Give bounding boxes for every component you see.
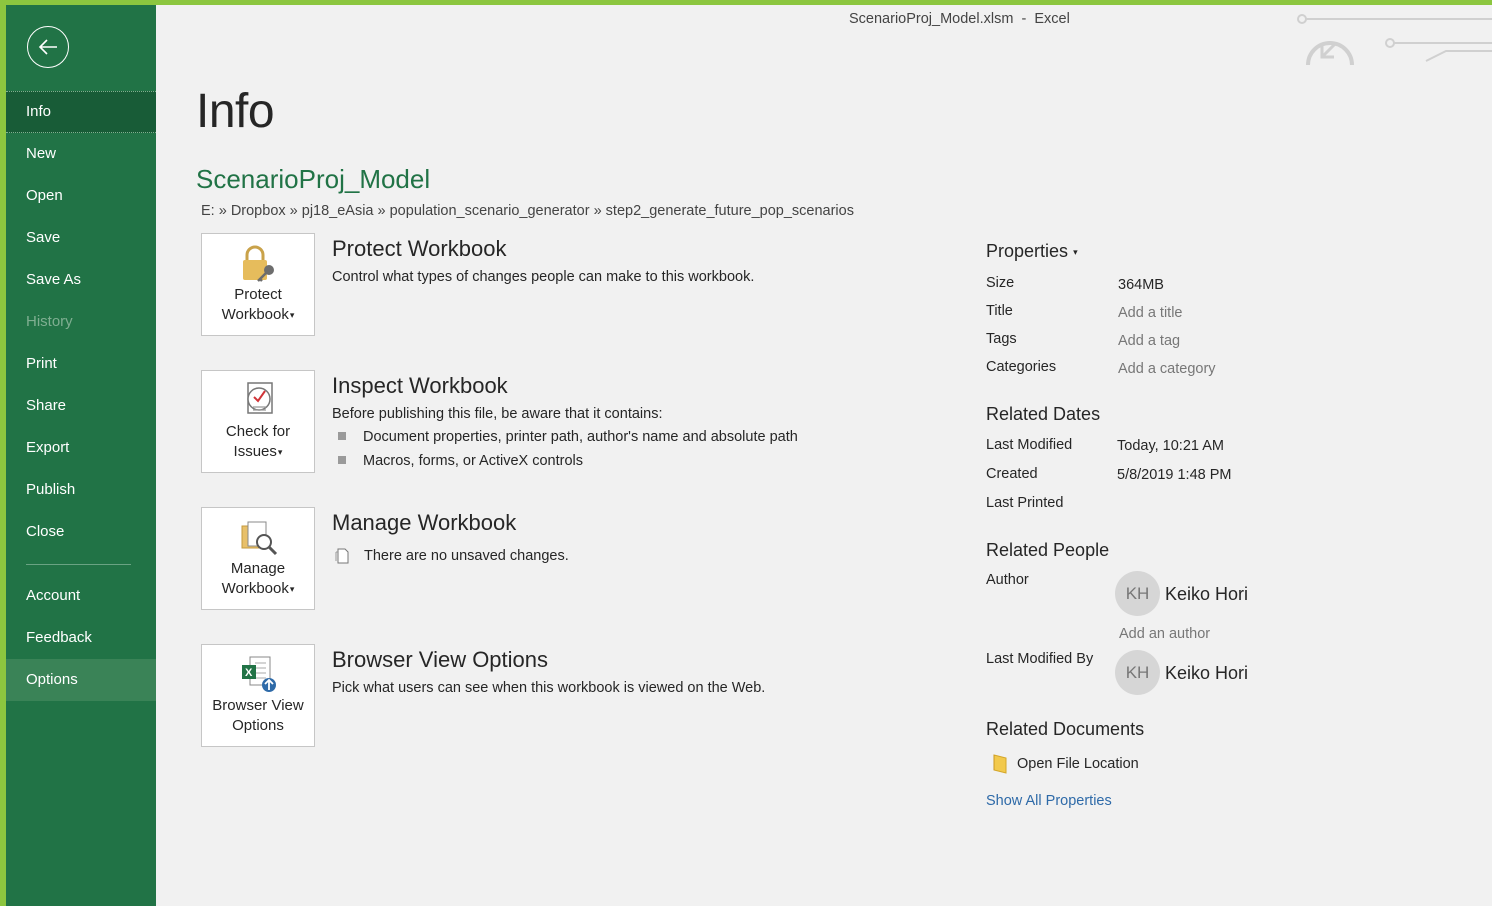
manage-workbook-button[interactable]: Manage Workbook▾ <box>201 507 315 610</box>
window-title: ScenarioProj_Model.xlsm - Excel <box>849 11 1070 27</box>
properties-heading: Properties <box>986 241 1069 261</box>
author-label: Author <box>986 572 1029 588</box>
nav-info[interactable]: Info <box>6 91 156 133</box>
nav-close[interactable]: Close <box>6 511 156 553</box>
property-value-title[interactable]: Add a title <box>1118 305 1183 321</box>
unsaved-changes-note: There are no unsaved changes. <box>364 548 569 564</box>
file-name: ScenarioProj_Model <box>196 164 431 194</box>
avatar[interactable]: KH <box>1115 650 1160 695</box>
property-label-tags: Tags <box>986 331 1017 347</box>
protect-button-label-line2: Workbook <box>221 306 289 323</box>
nav-new[interactable]: New <box>6 133 156 175</box>
lock-key-icon <box>243 245 274 282</box>
sidebar-divider <box>26 564 131 565</box>
inspect-workbook-description: Before publishing this file, be aware th… <box>332 406 663 422</box>
nav-save-as[interactable]: Save As <box>6 259 156 301</box>
add-author-link[interactable]: Add an author <box>1119 626 1210 642</box>
manage-workbook-icon <box>241 521 278 556</box>
dropdown-caret-icon: ▾ <box>277 447 283 458</box>
chevron-down-icon: ▾ <box>1073 246 1078 257</box>
show-all-properties-link[interactable]: Show All Properties <box>986 793 1112 809</box>
check-button-label-line2: Issues <box>233 443 277 460</box>
dropdown-caret-icon: ▾ <box>289 584 295 595</box>
date-label-created: Created <box>986 466 1038 482</box>
browser-view-options-title: Browser View Options <box>332 647 549 672</box>
browser-view-options-button[interactable]: X Browser View Options <box>201 644 315 747</box>
protect-workbook-description: Control what types of changes people can… <box>332 269 755 285</box>
avatar[interactable]: KH <box>1115 571 1160 616</box>
nav-export[interactable]: Export <box>6 427 156 469</box>
document-icon <box>335 548 349 564</box>
browser-button-label-line1: Browser View <box>212 697 304 714</box>
check-for-issues-button[interactable]: Check for Issues▾ <box>201 370 315 473</box>
property-label-title: Title <box>986 303 1013 319</box>
back-arrow-icon[interactable] <box>27 26 69 68</box>
inspect-bullet-item: Macros, forms, or ActiveX controls <box>363 453 583 469</box>
nav-open[interactable]: Open <box>6 175 156 217</box>
bullet-icon <box>338 432 346 440</box>
circuit-decoration-icon <box>1297 14 1492 66</box>
backstage-sidebar: Info New Open Save Save As History Print… <box>6 5 156 906</box>
inspect-bullet-item: Document properties, printer path, autho… <box>363 429 798 445</box>
browser-view-options-description: Pick what users can see when this workbo… <box>332 680 766 696</box>
nav-print[interactable]: Print <box>6 343 156 385</box>
date-label-last-printed: Last Printed <box>986 495 1064 511</box>
inspect-workbook-title: Inspect Workbook <box>332 373 508 398</box>
property-label-size: Size <box>986 275 1015 291</box>
browser-button-label-line2: Options <box>232 717 284 734</box>
property-value-tags[interactable]: Add a tag <box>1118 333 1180 349</box>
property-value-categories[interactable]: Add a category <box>1118 361 1216 377</box>
related-dates-heading: Related Dates <box>986 404 1101 424</box>
author-name[interactable]: Keiko Hori <box>1165 584 1248 605</box>
excel-web-icon: X <box>242 656 276 692</box>
bullet-icon <box>338 456 346 464</box>
nav-feedback[interactable]: Feedback <box>6 617 156 659</box>
manage-button-label-line1: Manage <box>230 560 286 577</box>
protect-button-label-line1: Protect <box>234 286 282 303</box>
nav-save[interactable]: Save <box>6 217 156 259</box>
svg-text:X: X <box>245 667 253 679</box>
property-label-categories: Categories <box>986 359 1057 375</box>
file-path-breadcrumb[interactable]: E: » Dropbox » pj18_eAsia » population_s… <box>201 203 854 219</box>
nav-publish[interactable]: Publish <box>6 469 156 511</box>
nav-account[interactable]: Account <box>6 575 156 617</box>
check-button-label-line1: Check for <box>225 423 291 440</box>
nav-history: History <box>26 313 73 330</box>
last-modified-by-name[interactable]: Keiko Hori <box>1165 663 1248 684</box>
date-value-created: 5/8/2019 1:48 PM <box>1117 467 1232 483</box>
nav-share[interactable]: Share <box>6 385 156 427</box>
date-label-last-modified: Last Modified <box>986 437 1073 453</box>
open-file-location-link[interactable]: Open File Location <box>1017 756 1139 772</box>
folder-icon <box>993 754 1007 774</box>
date-value-last-modified: Today, 10:21 AM <box>1117 438 1224 454</box>
manage-workbook-title: Manage Workbook <box>332 510 517 535</box>
related-documents-heading: Related Documents <box>986 719 1145 739</box>
last-modified-by-label: Last Modified By <box>986 651 1094 667</box>
manage-button-label-line2: Workbook <box>221 580 289 597</box>
window-top-border <box>0 0 1492 5</box>
properties-dropdown[interactable]: Properties ▾ <box>986 241 1078 262</box>
dropdown-caret-icon: ▾ <box>289 310 295 321</box>
protect-workbook-button[interactable]: Protect Workbook▾ <box>201 233 315 336</box>
protect-workbook-title: Protect Workbook <box>332 236 507 261</box>
page-title: Info <box>196 85 275 138</box>
nav-options[interactable]: Options <box>6 659 156 701</box>
property-value-size: 364MB <box>1118 277 1164 293</box>
checklist-icon <box>247 382 273 414</box>
related-people-heading: Related People <box>986 540 1110 560</box>
